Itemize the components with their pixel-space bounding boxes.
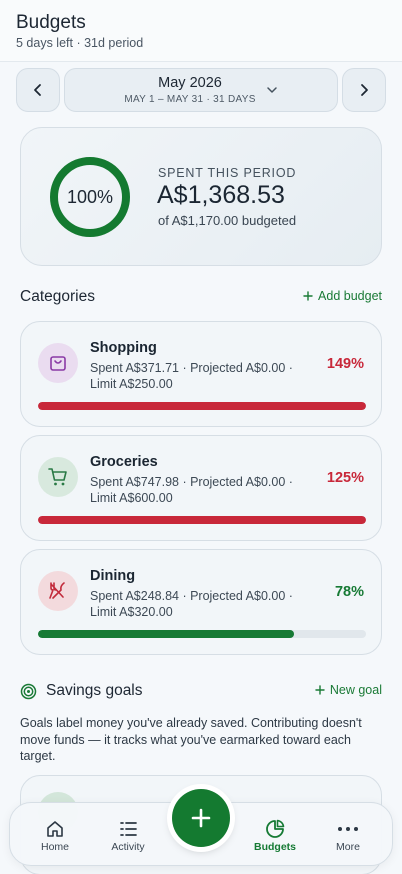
previous-period-button[interactable] xyxy=(16,68,60,112)
plus-icon xyxy=(315,685,325,695)
categories-title: Categories xyxy=(20,288,95,305)
home-icon xyxy=(47,821,63,837)
category-name: Groceries xyxy=(90,454,158,470)
shopping-bag-icon xyxy=(50,356,66,371)
spent-label: SPENT THIS PERIOD xyxy=(158,166,297,180)
add-budget-label: Add budget xyxy=(318,289,382,303)
tab-activity[interactable]: Activity xyxy=(91,803,165,867)
tab-label: Budgets xyxy=(254,841,296,853)
chevron-left-icon xyxy=(34,84,41,96)
category-progress-bar xyxy=(38,402,366,410)
pie-chart-icon xyxy=(266,819,285,838)
cart-icon xyxy=(48,468,67,486)
category-name: Shopping xyxy=(90,340,157,356)
category-icon-wrap xyxy=(38,343,78,383)
more-dots-icon xyxy=(338,827,358,831)
next-period-button[interactable] xyxy=(342,68,386,112)
utensils-icon xyxy=(49,582,65,599)
category-card-groceries[interactable]: Groceries Spent A$747.98 · Projected A$0… xyxy=(20,435,382,541)
chevron-down-icon xyxy=(267,87,277,93)
page-title: Budgets xyxy=(16,12,86,33)
category-name: Dining xyxy=(90,568,136,584)
category-progress-fill xyxy=(38,402,366,410)
savings-goals-description: Goals label money you've already saved. … xyxy=(20,716,362,763)
category-card-dining[interactable]: Dining Spent A$248.84 · Projected A$0.00… xyxy=(20,549,382,655)
add-transaction-button[interactable] xyxy=(172,789,230,847)
savings-goals-title: Savings goals xyxy=(46,682,143,699)
progress-ring-label: 100% xyxy=(66,186,114,207)
category-percent: 149% xyxy=(326,356,364,372)
tab-label: More xyxy=(336,841,360,853)
category-percent: 125% xyxy=(326,470,364,486)
category-detail: Spent A$747.98 · Projected A$0.00 · Limi… xyxy=(90,475,293,505)
categories-header: Categories Add budget xyxy=(20,288,382,308)
tab-label: Activity xyxy=(111,841,145,853)
tab-more[interactable]: More xyxy=(311,803,385,867)
category-card-shopping[interactable]: Shopping Spent A$371.71 · Projected A$0.… xyxy=(20,321,382,427)
chevron-right-icon xyxy=(361,84,368,96)
category-progress-bar xyxy=(38,516,366,524)
budgeted-amount: of A$1,170.00 budgeted xyxy=(158,213,297,228)
category-progress-fill xyxy=(38,630,294,638)
spent-amount: A$1,368.53 xyxy=(157,181,285,209)
spent-summary-card: 100% SPENT THIS PERIOD A$1,368.53 of A$1… xyxy=(20,127,382,266)
category-detail: Spent A$371.71 · Projected A$0.00 · Limi… xyxy=(90,361,293,391)
category-progress-fill xyxy=(38,516,366,524)
tab-label: Home xyxy=(40,841,69,853)
add-budget-button[interactable]: Add budget xyxy=(303,289,382,303)
plus-icon xyxy=(191,808,211,828)
plus-icon xyxy=(303,291,313,301)
period-selector: May 2026 MAY 1 – MAY 31 · 31 DAYS xyxy=(16,68,386,112)
category-progress-bar xyxy=(38,630,366,638)
page-header: Budgets 5 days left · 31d period xyxy=(0,0,402,62)
period-subtitle: 5 days left · 31d period xyxy=(16,36,144,50)
period-dropdown[interactable]: May 2026 MAY 1 – MAY 31 · 31 DAYS xyxy=(64,68,338,112)
activity-list-icon xyxy=(120,822,137,836)
tab-home[interactable]: Home xyxy=(18,803,92,867)
category-detail: Spent A$248.84 · Projected A$0.00 · Limi… xyxy=(90,589,293,619)
tab-budgets[interactable]: Budgets xyxy=(238,803,312,867)
new-goal-label: New goal xyxy=(329,683,382,697)
category-icon-wrap xyxy=(38,571,78,611)
target-icon xyxy=(20,683,37,700)
savings-goals-header: Savings goals New goal xyxy=(20,682,382,702)
new-goal-button[interactable]: New goal xyxy=(315,683,382,697)
category-percent: 78% xyxy=(334,584,364,600)
category-icon-wrap xyxy=(38,457,78,497)
